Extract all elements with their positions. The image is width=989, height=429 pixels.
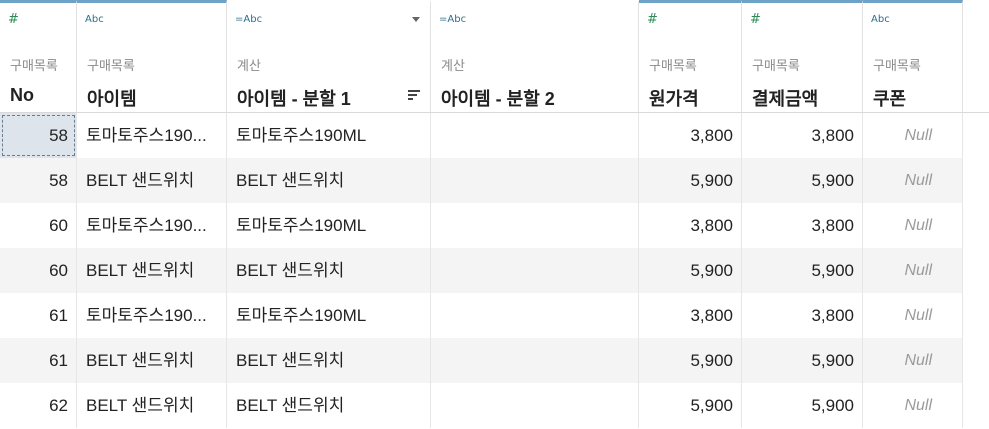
cell-coupon[interactable]: Null xyxy=(863,248,963,293)
cell-paid[interactable]: 3,800 xyxy=(742,293,863,338)
calculated-string-type-icon[interactable]: =Abc xyxy=(439,14,466,25)
table-row: 60 BELT 샌드위치 BELT 샌드위치 5,900 5,900 Null xyxy=(0,248,963,293)
number-type-icon[interactable]: # xyxy=(8,12,19,27)
column-source-label: 구매목록 xyxy=(752,58,800,73)
table-row: 58 BELT 샌드위치 BELT 샌드위치 5,900 5,900 Null xyxy=(0,158,963,203)
cell-no[interactable]: 60 xyxy=(0,203,77,248)
column-source-label: 구매목록 xyxy=(87,58,135,73)
column-header-no[interactable]: # 구매목록 No xyxy=(0,0,77,112)
cell-split2[interactable] xyxy=(431,158,639,203)
cell-split1[interactable]: BELT 샌드위치 xyxy=(227,248,431,293)
cell-item[interactable]: BELT 샌드위치 xyxy=(77,338,227,383)
column-header-split2[interactable]: =Abc 계산 아이템 - 분할 2 xyxy=(431,0,639,112)
cell-split2[interactable] xyxy=(431,338,639,383)
column-source-label: 계산 xyxy=(441,58,465,73)
column-menu-dropdown-icon[interactable] xyxy=(412,17,420,22)
number-type-icon[interactable]: # xyxy=(647,12,658,27)
column-header-split1[interactable]: =Abc 계산 아이템 - 분할 1 xyxy=(227,0,431,112)
cell-coupon[interactable]: Null xyxy=(863,158,963,203)
cell-paid[interactable]: 3,800 xyxy=(742,203,863,248)
cell-no[interactable]: 62 xyxy=(0,383,77,428)
cell-price[interactable]: 3,800 xyxy=(639,293,742,338)
data-grid: # 구매목록 No Abc 구매목록 아이템 =Abc 계산 아이템 - 분할 … xyxy=(0,0,989,429)
cell-no[interactable]: 61 xyxy=(0,293,77,338)
cell-paid[interactable]: 5,900 xyxy=(742,248,863,293)
cell-split1[interactable]: BELT 샌드위치 xyxy=(227,158,431,203)
cell-split1[interactable]: BELT 샌드위치 xyxy=(227,338,431,383)
cell-item[interactable]: BELT 샌드위치 xyxy=(77,248,227,293)
column-field-name[interactable]: 쿠폰 xyxy=(873,85,906,111)
table-row: 58 토마토주스190... 토마토주스190ML 3,800 3,800 Nu… xyxy=(0,113,963,158)
table-row: 61 BELT 샌드위치 BELT 샌드위치 5,900 5,900 Null xyxy=(0,338,963,383)
column-field-name[interactable]: 아이템 xyxy=(87,85,137,111)
calculated-string-type-icon[interactable]: =Abc xyxy=(235,14,262,25)
cell-split2[interactable] xyxy=(431,383,639,428)
sort-icon[interactable] xyxy=(408,90,420,102)
cell-split2[interactable] xyxy=(431,203,639,248)
cell-split2[interactable] xyxy=(431,293,639,338)
column-field-name[interactable]: No xyxy=(10,85,34,106)
cell-split1[interactable]: BELT 샌드위치 xyxy=(227,383,431,428)
cell-coupon[interactable]: Null xyxy=(863,293,963,338)
cell-no[interactable]: 58 xyxy=(0,113,77,158)
cell-coupon[interactable]: Null xyxy=(863,113,963,158)
cell-split1[interactable]: 토마토주스190ML xyxy=(227,113,431,158)
cell-split2[interactable] xyxy=(431,248,639,293)
cell-paid[interactable]: 5,900 xyxy=(742,383,863,428)
string-type-icon[interactable]: Abc xyxy=(871,14,890,25)
cell-no[interactable]: 61 xyxy=(0,338,77,383)
column-field-name[interactable]: 아이템 - 분할 2 xyxy=(441,85,555,111)
string-type-icon[interactable]: Abc xyxy=(85,14,104,25)
column-header-paid[interactable]: # 구매목록 결제금액 xyxy=(742,0,863,112)
cell-item[interactable]: 토마토주스190... xyxy=(77,113,227,158)
cell-no[interactable]: 58 xyxy=(0,158,77,203)
table-row: 61 토마토주스190... 토마토주스190ML 3,800 3,800 Nu… xyxy=(0,293,963,338)
cell-paid[interactable]: 5,900 xyxy=(742,338,863,383)
column-source-label: 구매목록 xyxy=(873,58,921,73)
column-field-name[interactable]: 아이템 - 분할 1 xyxy=(237,85,351,111)
column-header-price[interactable]: # 구매목록 원가격 xyxy=(639,0,742,112)
cell-item[interactable]: 토마토주스190... xyxy=(77,293,227,338)
cell-split1[interactable]: 토마토주스190ML xyxy=(227,293,431,338)
grid-header: # 구매목록 No Abc 구매목록 아이템 =Abc 계산 아이템 - 분할 … xyxy=(0,0,989,113)
cell-split2[interactable] xyxy=(431,113,639,158)
cell-no[interactable]: 60 xyxy=(0,248,77,293)
column-field-name[interactable]: 원가격 xyxy=(649,85,699,111)
column-header-item[interactable]: Abc 구매목록 아이템 xyxy=(77,0,227,112)
table-row: 60 토마토주스190... 토마토주스190ML 3,800 3,800 Nu… xyxy=(0,203,963,248)
cell-item[interactable]: 토마토주스190... xyxy=(77,203,227,248)
column-source-label: 구매목록 xyxy=(649,58,697,73)
cell-price[interactable]: 3,800 xyxy=(639,203,742,248)
cell-price[interactable]: 5,900 xyxy=(639,248,742,293)
column-field-name[interactable]: 결제금액 xyxy=(752,85,818,111)
cell-split1[interactable]: 토마토주스190ML xyxy=(227,203,431,248)
cell-price[interactable]: 5,900 xyxy=(639,158,742,203)
table-row: 62 BELT 샌드위치 BELT 샌드위치 5,900 5,900 Null xyxy=(0,383,963,428)
cell-item[interactable]: BELT 샌드위치 xyxy=(77,383,227,428)
cell-price[interactable]: 5,900 xyxy=(639,338,742,383)
number-type-icon[interactable]: # xyxy=(750,12,761,27)
column-header-coupon[interactable]: Abc 구매목록 쿠폰 xyxy=(863,0,963,112)
column-source-label: 계산 xyxy=(237,58,261,73)
cell-paid[interactable]: 5,900 xyxy=(742,158,863,203)
column-source-label: 구매목록 xyxy=(10,58,58,73)
cell-coupon[interactable]: Null xyxy=(863,338,963,383)
cell-paid[interactable]: 3,800 xyxy=(742,113,863,158)
cell-price[interactable]: 5,900 xyxy=(639,383,742,428)
cell-item[interactable]: BELT 샌드위치 xyxy=(77,158,227,203)
cell-price[interactable]: 3,800 xyxy=(639,113,742,158)
grid-body: 58 토마토주스190... 토마토주스190ML 3,800 3,800 Nu… xyxy=(0,113,989,428)
cell-coupon[interactable]: Null xyxy=(863,203,963,248)
cell-coupon[interactable]: Null xyxy=(863,383,963,428)
